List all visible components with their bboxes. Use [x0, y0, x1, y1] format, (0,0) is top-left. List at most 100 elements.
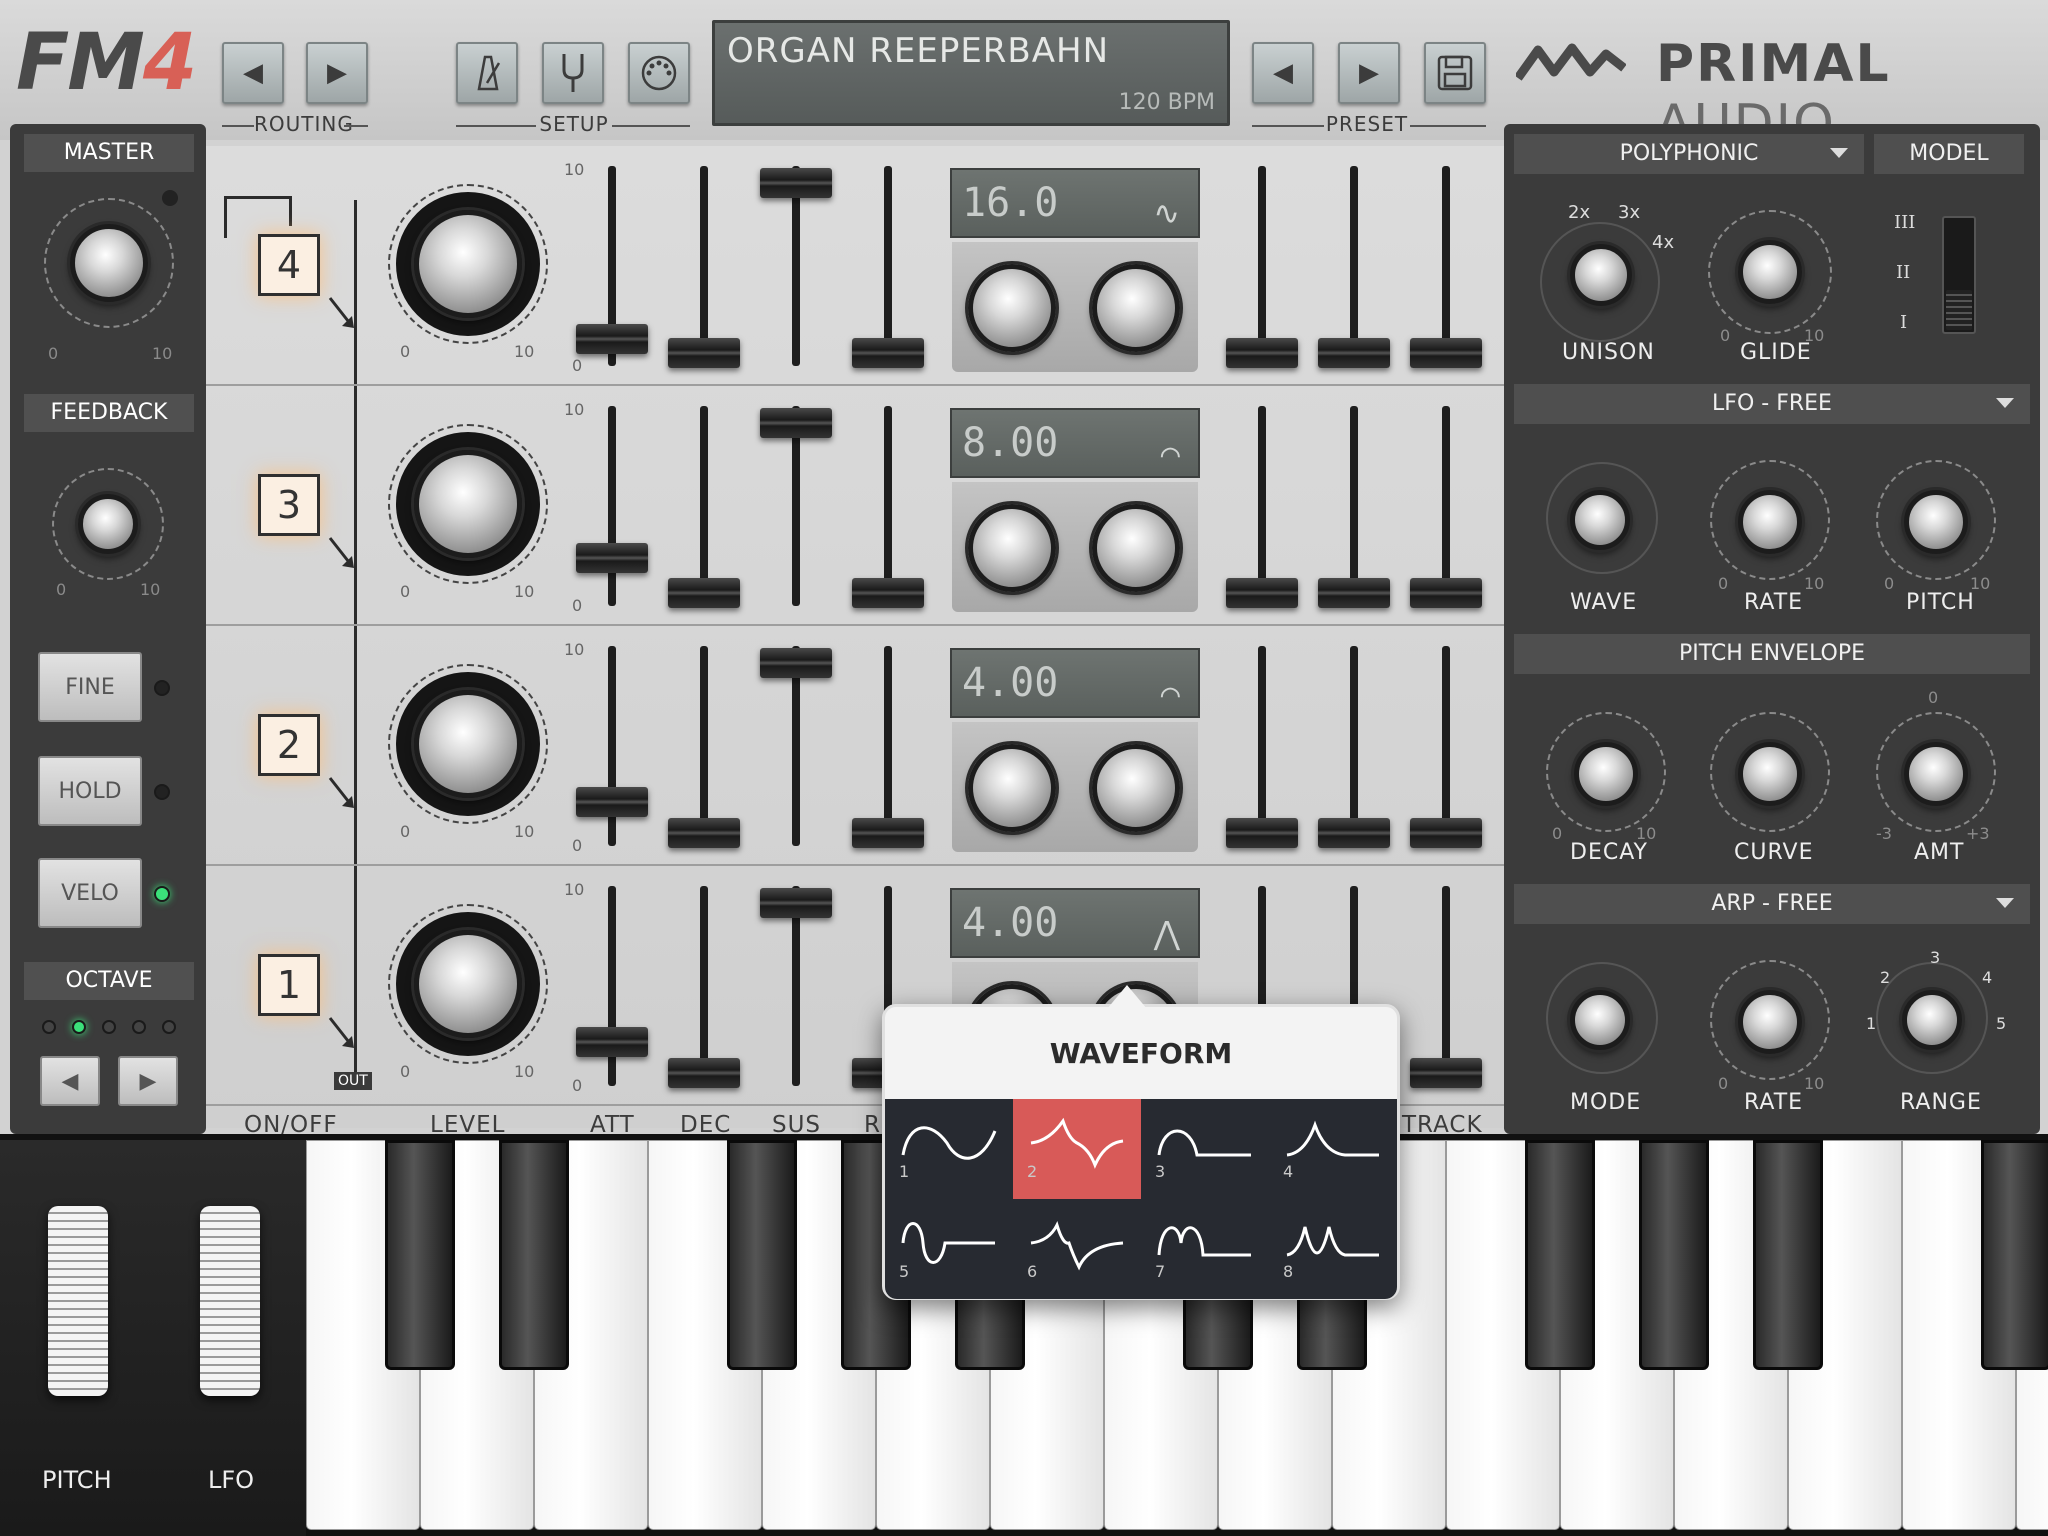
amt-knob[interactable]: [1904, 742, 1968, 806]
waveform-option-2[interactable]: 2: [1013, 1099, 1141, 1199]
octave-down-button[interactable]: ◀: [40, 1056, 100, 1106]
amt-zero-label: 0: [1928, 688, 1939, 707]
decay-knob[interactable]: [1574, 742, 1638, 806]
waveform-option-5[interactable]: 5: [885, 1199, 1013, 1299]
glide-knob[interactable]: [1738, 240, 1802, 304]
waveform-option-6[interactable]: 6: [1013, 1199, 1141, 1299]
rel-slider[interactable]: [852, 818, 924, 849]
dec-slider[interactable]: [668, 578, 740, 609]
sus-slider[interactable]: [760, 887, 832, 918]
option-number: 4: [1283, 1162, 1294, 1181]
routing-prev-button[interactable]: ◀: [222, 42, 284, 104]
lfo-mode-dropdown[interactable]: LFO - FREE: [1514, 384, 2030, 424]
level-knob[interactable]: [414, 690, 522, 798]
routing-arrow-icon: [328, 1017, 354, 1048]
operator-toggle[interactable]: 3: [258, 474, 320, 536]
att-slider[interactable]: [576, 543, 648, 574]
rel-slider[interactable]: [852, 338, 924, 369]
fine-button[interactable]: FINE: [38, 652, 142, 722]
black-key[interactable]: [727, 1140, 797, 1370]
octave-up-button[interactable]: ▶: [118, 1056, 178, 1106]
lfo-rate-knob[interactable]: [1738, 490, 1802, 554]
waveform-option-4[interactable]: 4: [1269, 1099, 1397, 1199]
track-slider-1[interactable]: [1226, 338, 1298, 369]
rel-slider[interactable]: [852, 578, 924, 609]
operator-toggle[interactable]: 1: [258, 954, 320, 1016]
track-slider-2[interactable]: [1318, 818, 1390, 849]
waveform-option-3[interactable]: 3: [1141, 1099, 1269, 1199]
lfo-rate-display[interactable]: 8.00 ⌒: [950, 408, 1200, 478]
feedback-knob[interactable]: [78, 494, 138, 554]
rel-slider-track: [884, 646, 892, 846]
lfo-amount-knob[interactable]: [1092, 744, 1180, 832]
model-switch[interactable]: III II I: [1886, 210, 1976, 340]
lfo-rate-display[interactable]: 16.0 ∿: [950, 168, 1200, 238]
sus-slider[interactable]: [760, 167, 832, 198]
master-min-label: 0: [48, 344, 59, 363]
preset-next-button[interactable]: ▶: [1338, 42, 1400, 104]
waveform-option-7[interactable]: 7: [1141, 1199, 1269, 1299]
level-knob[interactable]: [414, 450, 522, 558]
att-slider[interactable]: [576, 324, 648, 355]
track-slider-3[interactable]: [1410, 1058, 1482, 1089]
att-slider-track: [608, 406, 616, 606]
lfo-amount-knob[interactable]: [1092, 504, 1180, 592]
waveform-option-8[interactable]: 8: [1269, 1199, 1397, 1299]
arp-mode-dropdown[interactable]: ARP - FREE: [1514, 884, 2030, 924]
att-slider[interactable]: [576, 786, 648, 817]
black-key[interactable]: [499, 1140, 569, 1370]
black-key[interactable]: [1753, 1140, 1823, 1370]
dec-slider[interactable]: [668, 818, 740, 849]
operator-toggle[interactable]: 4: [258, 234, 320, 296]
preset-prev-button[interactable]: ◀: [1252, 42, 1314, 104]
tuning-fork-button[interactable]: [542, 42, 604, 104]
lfo-pitch-knob[interactable]: [1904, 490, 1968, 554]
model-ii-label: II: [1896, 262, 1911, 283]
track-slider-1[interactable]: [1226, 818, 1298, 849]
att-slider[interactable]: [576, 1026, 648, 1057]
midi-button[interactable]: [628, 42, 690, 104]
arp-rate-knob[interactable]: [1738, 990, 1802, 1054]
lfo-wave-icon: ⋀: [1153, 914, 1180, 952]
unison-knob[interactable]: [1570, 244, 1632, 306]
track-slider-2[interactable]: [1318, 338, 1390, 369]
lfo-rate-display[interactable]: 4.00 ⋀: [950, 888, 1200, 958]
level-knob[interactable]: [414, 930, 522, 1038]
black-key[interactable]: [385, 1140, 455, 1370]
track-slider-1[interactable]: [1226, 578, 1298, 609]
black-key[interactable]: [1639, 1140, 1709, 1370]
black-key[interactable]: [1981, 1140, 2048, 1370]
black-key[interactable]: [1525, 1140, 1595, 1370]
sus-slider[interactable]: [760, 407, 832, 438]
preset-display[interactable]: ORGAN REEPERBAHN 120 BPM: [712, 20, 1230, 126]
metronome-button[interactable]: [456, 42, 518, 104]
arp-mode-knob[interactable]: [1570, 990, 1630, 1050]
sus-slider[interactable]: [760, 647, 832, 678]
pitch-wheel[interactable]: [48, 1206, 108, 1396]
dec-slider[interactable]: [668, 1058, 740, 1089]
lfo-wave-knob[interactable]: [1570, 490, 1630, 550]
dec-slider[interactable]: [668, 338, 740, 369]
track-slider-2[interactable]: [1318, 578, 1390, 609]
lfo-depth-knob[interactable]: [968, 744, 1056, 832]
velo-button[interactable]: VELO: [38, 858, 142, 928]
lfo-rate-display[interactable]: 4.00 ⌒: [950, 648, 1200, 718]
waveform-option-1[interactable]: 1: [885, 1099, 1013, 1199]
lfo-amount-knob[interactable]: [1092, 264, 1180, 352]
arp-range-knob[interactable]: [1902, 990, 1962, 1050]
save-preset-button[interactable]: [1424, 42, 1486, 104]
master-knob[interactable]: [70, 224, 148, 302]
operator-toggle[interactable]: 2: [258, 714, 320, 776]
curve-knob[interactable]: [1738, 742, 1802, 806]
preset-label: PRESET: [1325, 112, 1409, 136]
lfo-depth-knob[interactable]: [968, 264, 1056, 352]
track-slider-3[interactable]: [1410, 338, 1482, 369]
lfo-wheel[interactable]: [200, 1206, 260, 1396]
track-slider-3[interactable]: [1410, 818, 1482, 849]
polyphony-dropdown[interactable]: POLYPHONIC: [1514, 134, 1864, 174]
level-knob[interactable]: [414, 210, 522, 318]
track-slider-3[interactable]: [1410, 578, 1482, 609]
lfo-depth-knob[interactable]: [968, 504, 1056, 592]
hold-button[interactable]: HOLD: [38, 756, 142, 826]
routing-next-button[interactable]: ▶: [306, 42, 368, 104]
